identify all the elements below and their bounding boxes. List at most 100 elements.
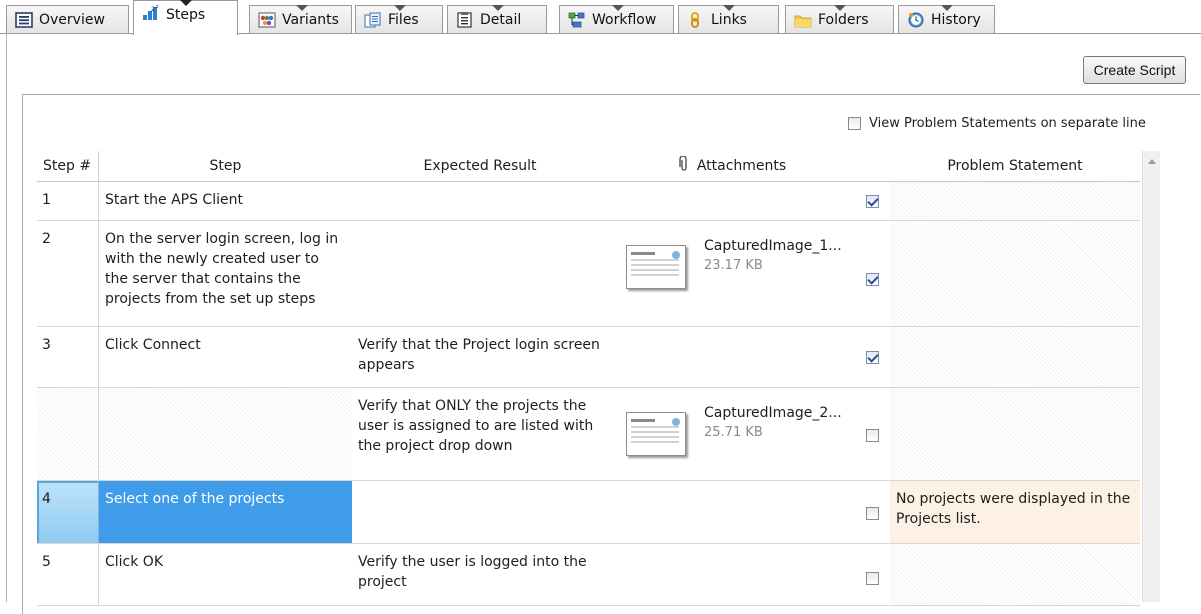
column-header-attachments-label: Attachments — [696, 158, 787, 174]
tab-links[interactable]: Links — [678, 5, 779, 33]
step-cell[interactable]: Select one of the projects — [99, 481, 352, 543]
view-problem-statements-option[interactable]: View Problem Statements on separate line — [848, 116, 1146, 131]
detail-icon — [456, 11, 474, 28]
pass-checkbox-cell[interactable] — [857, 221, 890, 326]
column-header-attachments[interactable]: Attachments — [608, 151, 857, 181]
tab-label: Detail — [480, 11, 522, 28]
view-problem-statements-checkbox[interactable] — [848, 117, 861, 130]
tab-label: Variants — [282, 11, 339, 28]
pass-checkbox-cell[interactable] — [857, 544, 890, 605]
tab-label: Links — [711, 11, 747, 28]
steps-icon: 23 — [142, 3, 160, 21]
step-number-cell[interactable]: 1 — [37, 182, 99, 220]
workflow-icon — [568, 12, 586, 28]
step-number-cell[interactable]: 4 — [37, 481, 99, 543]
tab-steps[interactable]: 23 Steps — [133, 0, 238, 35]
pass-checkbox-cell[interactable] — [857, 481, 890, 543]
attachments-cell[interactable]: CapturedImage_2... 25.71 KB — [608, 388, 857, 480]
expected-result-cell[interactable]: Verify that ONLY the projects the user i… — [352, 388, 608, 480]
pass-checkbox-cell[interactable] — [857, 327, 890, 387]
table-row[interactable]: 1 Start the APS Client — [37, 182, 1140, 221]
pass-checkbox-cell[interactable] — [857, 182, 890, 220]
tab-workflow[interactable]: Workflow — [559, 5, 674, 33]
attachment-item[interactable]: CapturedImage_2... 25.71 KB — [626, 404, 842, 456]
table-row[interactable]: 4 Select one of the projects No projects… — [37, 481, 1140, 544]
variants-icon — [258, 12, 276, 28]
step-cell[interactable]: Click Connect — [99, 327, 352, 387]
folder-icon — [794, 12, 812, 28]
thumbnail-mark — [672, 418, 680, 426]
attachment-filesize: 23.17 KB — [704, 258, 763, 273]
pass-checkbox[interactable] — [866, 572, 879, 585]
tab-label: Workflow — [592, 11, 657, 28]
column-header-step-number[interactable]: Step # — [37, 151, 99, 181]
attachment-filename: CapturedImage_1... — [704, 238, 842, 254]
step-cell[interactable]: On the server login screen, log in with … — [99, 221, 352, 326]
tab-label: History — [931, 11, 981, 28]
attachments-cell[interactable] — [608, 544, 857, 605]
create-script-button[interactable]: Create Script — [1083, 56, 1186, 84]
attachment-thumbnail[interactable] — [626, 245, 686, 289]
column-header-expected-result[interactable]: Expected Result — [352, 151, 608, 181]
expected-result-cell[interactable]: Verify that the Project login screen app… — [352, 327, 608, 387]
pass-checkbox[interactable] — [866, 429, 879, 442]
tab-files[interactable]: Files — [355, 5, 443, 33]
table-row[interactable]: 5 Click OK Verify the user is logged int… — [37, 544, 1140, 606]
pass-checkbox[interactable] — [866, 351, 879, 364]
step-number-cell[interactable] — [37, 388, 99, 480]
step-number-cell[interactable]: 3 — [37, 327, 99, 387]
problem-statement-cell[interactable]: No projects were displayed in the Projec… — [890, 481, 1140, 543]
tab-overview[interactable]: Overview — [6, 5, 129, 33]
column-header-problem-statement[interactable]: Problem Statement — [890, 151, 1140, 181]
tab-folders[interactable]: Folders — [785, 5, 894, 33]
tab-label: Overview — [39, 11, 105, 28]
pass-checkbox[interactable] — [866, 195, 879, 208]
expected-result-cell[interactable] — [352, 221, 608, 326]
attachment-item[interactable]: CapturedImage_1... 23.17 KB — [626, 237, 842, 289]
table-row[interactable]: Verify that ONLY the projects the user i… — [37, 388, 1140, 481]
table-row[interactable]: 3 Click Connect Verify that the Project … — [37, 327, 1140, 388]
thumbnail-mark — [672, 251, 680, 259]
column-header-step[interactable]: Step — [99, 151, 352, 181]
tab-label: Steps — [166, 7, 206, 23]
attachments-cell[interactable]: CapturedImage_1... 23.17 KB — [608, 221, 857, 326]
tab-indicator — [834, 5, 846, 11]
attachment-thumbnail[interactable] — [626, 412, 686, 456]
problem-statement-cell[interactable] — [890, 221, 1140, 326]
attachments-cell[interactable] — [608, 182, 857, 220]
column-header-pass-status[interactable] — [857, 151, 890, 181]
pass-checkbox-cell[interactable] — [857, 388, 890, 480]
problem-statement-cell[interactable] — [890, 544, 1140, 605]
attachments-cell[interactable] — [608, 327, 857, 387]
content-frame-border — [6, 33, 7, 602]
active-tab-indicator — [180, 0, 192, 6]
tab-label: Folders — [818, 11, 869, 28]
tab-indicator — [296, 5, 308, 11]
scroll-up-arrow-icon[interactable] — [1148, 159, 1156, 164]
attachments-cell[interactable] — [608, 481, 857, 543]
tab-indicator — [612, 5, 624, 11]
history-icon — [907, 12, 925, 28]
table-row[interactable]: 2 On the server login screen, log in wit… — [37, 221, 1140, 327]
expected-result-cell[interactable]: Verify the user is logged into the proje… — [352, 544, 608, 605]
step-number-cell[interactable]: 2 — [37, 221, 99, 326]
tab-detail[interactable]: Detail — [447, 5, 547, 33]
step-cell[interactable]: Start the APS Client — [99, 182, 352, 220]
problem-statement-cell[interactable] — [890, 182, 1140, 220]
expected-result-cell[interactable] — [352, 182, 608, 220]
problem-statement-cell[interactable] — [890, 327, 1140, 387]
pass-checkbox[interactable] — [866, 273, 879, 286]
svg-text:3: 3 — [155, 5, 159, 10]
view-problem-statements-label: View Problem Statements on separate line — [869, 116, 1146, 131]
tab-variants[interactable]: Variants — [249, 5, 352, 33]
step-cell[interactable] — [99, 388, 352, 480]
tab-label: Files — [388, 11, 419, 28]
problem-statement-cell[interactable] — [890, 388, 1140, 480]
paperclip-icon — [679, 155, 689, 176]
pass-checkbox[interactable] — [866, 507, 879, 520]
step-cell[interactable]: Click OK — [99, 544, 352, 605]
expected-result-cell[interactable] — [352, 481, 608, 543]
tab-history[interactable]: History — [898, 5, 995, 33]
vertical-scrollbar[interactable] — [1142, 151, 1160, 602]
step-number-cell[interactable]: 5 — [37, 544, 99, 605]
